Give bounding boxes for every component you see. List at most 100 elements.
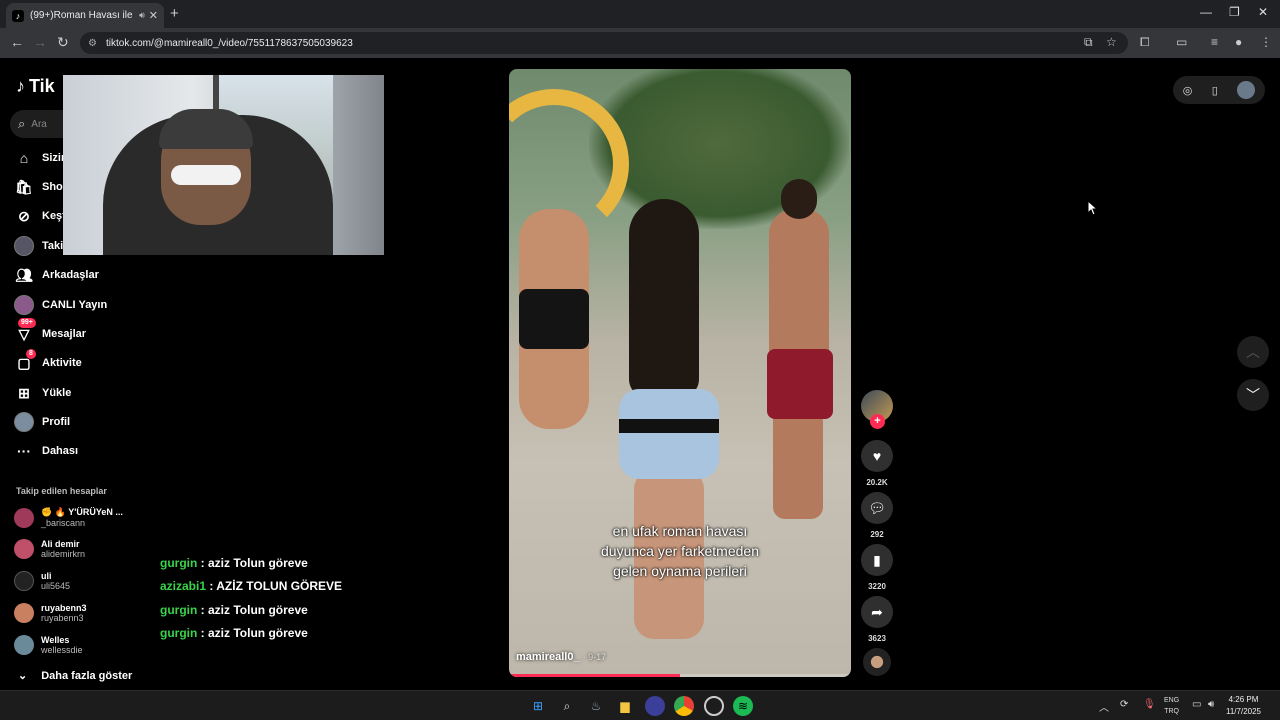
like-action[interactable]: ♥ 20.2K: [861, 440, 893, 487]
browser-menu-icon[interactable]: ⋮: [1260, 35, 1272, 49]
chat-user: gurgin: [160, 556, 198, 570]
system-clock[interactable]: 4:26 PM 11/7/2025: [1226, 694, 1261, 718]
heart-icon[interactable]: ♥: [861, 440, 893, 472]
sidebar-item-profile[interactable]: Profil: [14, 411, 70, 433]
site-info-icon[interactable]: ⚙: [88, 38, 100, 49]
spotify-icon[interactable]: ≋: [733, 696, 753, 716]
followed-account[interactable]: ✊ 🔥 Y'ÜRÜYeN ... _bariscann: [14, 507, 123, 528]
messages-badge: 99+: [18, 318, 36, 328]
show-more-button[interactable]: ⌄ Daha fazla göster: [18, 669, 132, 683]
bookmark-star-icon[interactable]: ☆: [1106, 35, 1117, 49]
more-icon: ···: [17, 443, 31, 459]
video-date: · 9-17: [582, 652, 607, 662]
tiktok-note-icon: ♪: [16, 76, 25, 96]
save-count: 3220: [868, 582, 886, 591]
chevron-down-icon: ﹀: [1246, 387, 1260, 403]
previous-video-button[interactable]: ︿: [1237, 336, 1269, 368]
video-progress-bar[interactable]: [509, 674, 851, 677]
install-app-icon[interactable]: ⧉: [1084, 35, 1093, 50]
app-icon[interactable]: [645, 696, 665, 716]
language-indicator[interactable]: ENG TRQ: [1164, 695, 1179, 717]
compass-icon: ⊘: [18, 207, 30, 224]
tray-overflow-icon[interactable]: ︿: [1099, 699, 1109, 714]
share-action[interactable]: ➦ 3623: [861, 596, 893, 643]
profile-icon[interactable]: ●: [1235, 35, 1242, 49]
webcam-overlay: [63, 75, 384, 255]
streamer-headset: [159, 109, 253, 149]
sidebar-item-upload[interactable]: ⊞ Yükle: [14, 382, 71, 404]
browser-tab[interactable]: ♪ (99+)Roman Havası ile Eğle 🔊︎ ✕: [6, 3, 164, 28]
reload-button[interactable]: ↻: [57, 34, 69, 51]
followed-account[interactable]: uli uli5645: [14, 571, 70, 591]
bookmark-icon[interactable]: ▮: [861, 544, 893, 576]
comment-action[interactable]: 💬︎ 292: [861, 492, 893, 539]
followed-account[interactable]: Ali demir alidemirkrn: [14, 539, 85, 559]
volume-icon[interactable]: 🔊︎: [1208, 699, 1214, 710]
media-control-icon[interactable]: ≡: [1211, 35, 1218, 49]
next-video-button[interactable]: ﹀: [1237, 379, 1269, 411]
coins-icon[interactable]: ◎: [1183, 84, 1193, 97]
chat-text: : aziz Tolun göreve: [200, 603, 308, 617]
sidebar-item-messages[interactable]: ▽ 99+ Mesajlar: [14, 318, 86, 345]
avatar: [14, 571, 34, 591]
profile-avatar[interactable]: [1237, 81, 1256, 99]
top-right-controls: ◎ ▯: [1173, 76, 1265, 104]
follow-button[interactable]: +: [870, 414, 885, 429]
window-close-button[interactable]: ✕: [1258, 5, 1268, 19]
obs-icon[interactable]: [704, 696, 724, 716]
logo-text: Tik: [29, 76, 55, 96]
followed-account[interactable]: Welles wellessdie: [14, 635, 83, 655]
forward-button[interactable]: →: [33, 34, 47, 50]
account-handle: alidemirkrn: [41, 549, 86, 559]
avatar: [14, 603, 34, 623]
chat-message: gurgin : aziz Tolun göreve: [160, 603, 308, 617]
clock-date: 11/7/2025: [1226, 707, 1261, 716]
account-name: ✊ 🔥 Y'ÜRÜYeN ...: [41, 507, 123, 517]
sync-icon[interactable]: ⟳: [1120, 699, 1128, 710]
network-icon[interactable]: ▭: [1192, 699, 1201, 710]
sidebar-item-shop[interactable]: 🛍︎ Shop: [14, 176, 69, 198]
sidebar-item-friends[interactable]: 👥︎ Arkadaşlar: [14, 264, 99, 286]
windows-taskbar: ⊞ ⌕ ♨ ▆ ≋ ︿ ⟳ 🎙︎ ENG TRQ ▭ 🔊︎ 4:26 PM 11…: [0, 690, 1280, 720]
file-explorer-icon[interactable]: ▆: [615, 696, 635, 716]
sidebar-item-home[interactable]: ⌂ Sizin: [14, 147, 68, 169]
live-icon: [14, 295, 34, 315]
followed-account[interactable]: ruyabenn3 ruyabenn3: [14, 603, 87, 623]
search-icon[interactable]: ⌕: [557, 696, 577, 716]
video-player[interactable]: en ufak roman havası duyunca yer farketm…: [509, 69, 851, 677]
chat-text: : aziz Tolun göreve: [200, 556, 308, 570]
sidebar-item-label: Yükle: [42, 387, 72, 399]
upload-icon: ⊞: [18, 384, 30, 401]
tiktok-logo[interactable]: ♪ Tik: [16, 76, 55, 97]
video-author[interactable]: mamireall0_ · 9-17: [516, 651, 606, 663]
extensions-icon[interactable]: ⧠: [1140, 35, 1150, 50]
sidebar-item-activity[interactable]: ▢ 8 Aktivite: [14, 349, 82, 374]
minimize-button[interactable]: —: [1200, 5, 1212, 19]
sidepanel-icon[interactable]: ▭: [1176, 35, 1187, 49]
chrome-icon[interactable]: [674, 696, 694, 716]
like-count: 20.2K: [866, 478, 888, 487]
comment-count: 292: [870, 530, 884, 539]
share-icon[interactable]: ➦: [861, 596, 893, 628]
steam-icon[interactable]: ♨: [586, 696, 606, 716]
windows-start-icon[interactable]: ⊞: [528, 696, 548, 716]
save-action[interactable]: ▮ 3220: [861, 544, 893, 591]
microphone-icon[interactable]: 🎙︎: [1143, 699, 1156, 710]
comment-icon[interactable]: 💬︎: [861, 492, 893, 524]
url-field[interactable]: ⚙ tiktok.com/@mamireall0_/video/75511786…: [80, 32, 1128, 54]
new-tab-button[interactable]: +: [170, 5, 179, 22]
tab-title: (99+)Roman Havası ile Eğle: [30, 10, 135, 21]
chat-user: azizabi1: [160, 579, 207, 593]
friends-icon: 👥︎: [15, 266, 33, 283]
sidebar-item-more[interactable]: ··· Dahası: [14, 440, 78, 462]
sidebar-item-live[interactable]: CANLI Yayın: [14, 294, 107, 316]
speaker-icon[interactable]: 🔊︎: [139, 10, 145, 21]
device-icon[interactable]: ▯: [1212, 84, 1218, 97]
sidebar-item-following[interactable]: Takip: [14, 235, 70, 257]
maximize-button[interactable]: ❐: [1229, 5, 1240, 19]
account-name: uli: [41, 571, 52, 581]
music-disc-avatar[interactable]: [863, 648, 891, 676]
back-button[interactable]: ←: [10, 34, 24, 50]
tab-close-icon[interactable]: ✕: [149, 9, 158, 22]
sidebar-item-label: Dahası: [42, 445, 79, 457]
